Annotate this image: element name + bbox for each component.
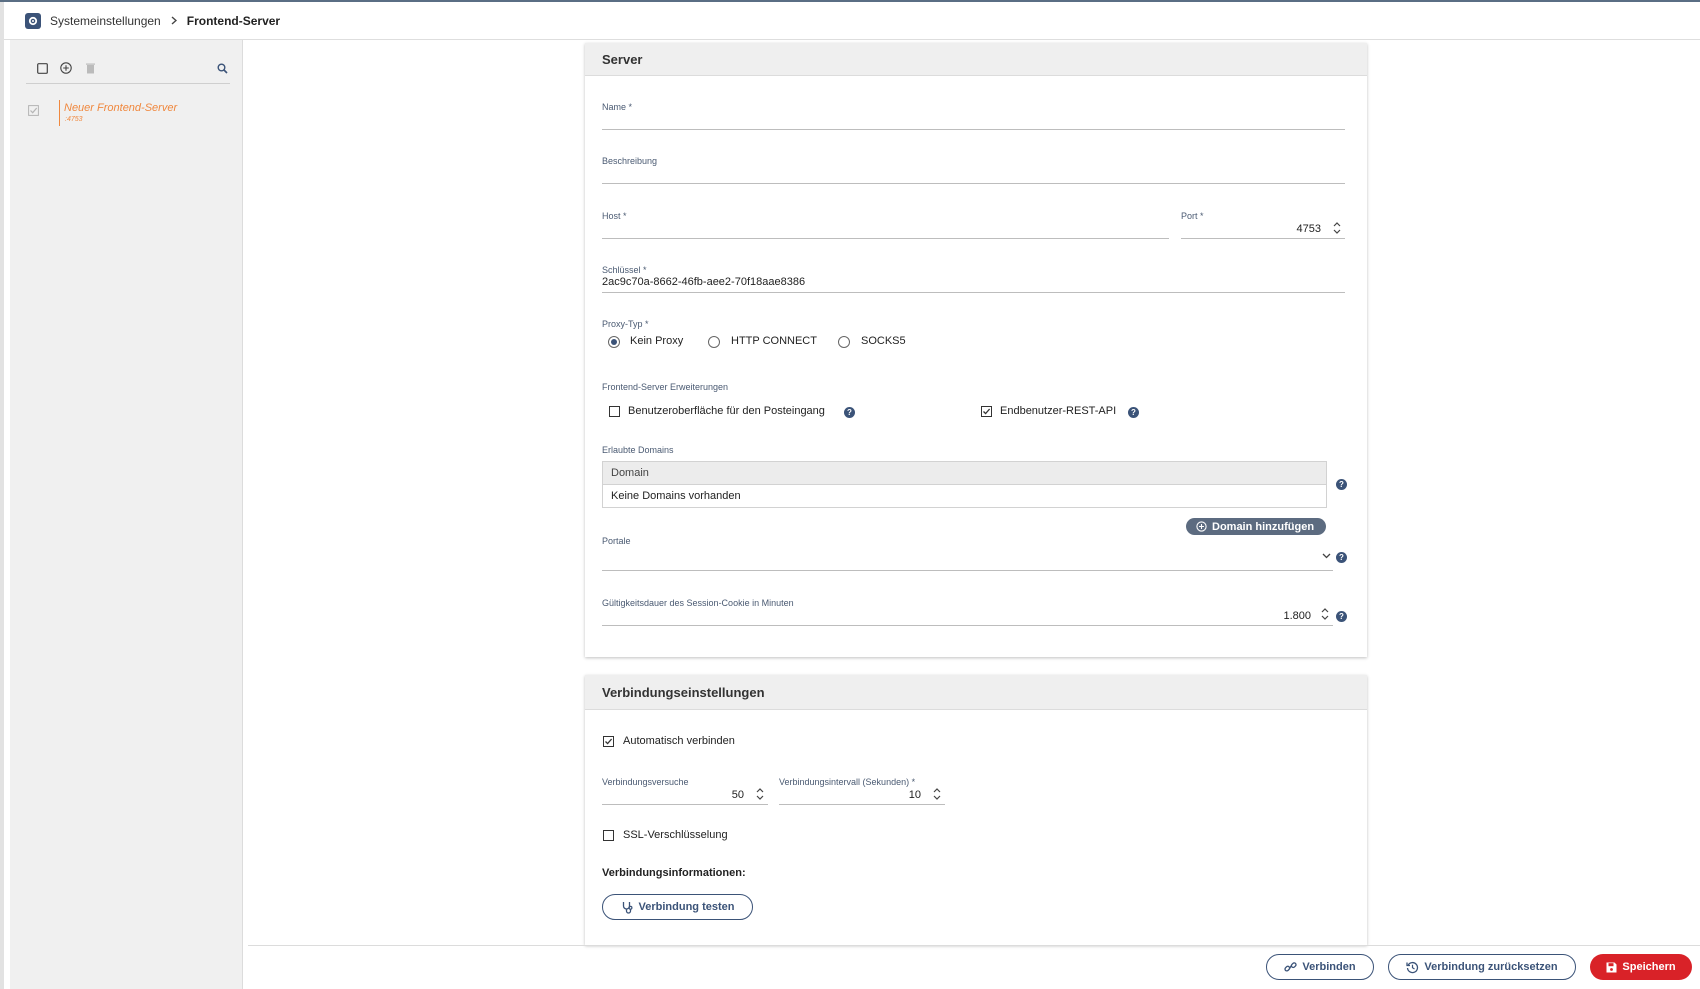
add-domain-button[interactable]: Domain hinzufügen	[1186, 518, 1326, 535]
attempts-underline	[602, 804, 768, 805]
proxy-http-radio[interactable]	[708, 336, 720, 348]
domains-empty-row: Keine Domains vorhanden	[611, 490, 741, 502]
add-circle-icon	[1196, 521, 1207, 532]
description-input[interactable]	[602, 165, 1345, 183]
rest-api-checkbox[interactable]	[981, 406, 992, 417]
floppy-disk-icon	[1606, 962, 1617, 972]
proxy-socks5-radio[interactable]	[838, 336, 850, 348]
description-underline	[602, 183, 1345, 184]
auto-connect-label: Automatisch verbinden	[623, 735, 735, 747]
chevron-right-icon	[171, 16, 177, 25]
help-icon[interactable]: ?	[1128, 407, 1139, 418]
item-subtitle: :4753	[65, 116, 83, 123]
server-card: Server Name * Beschreibung Host * Port *…	[585, 43, 1367, 657]
allowed-domains-label: Erlaubte Domains	[602, 445, 674, 455]
name-underline	[602, 129, 1345, 130]
extensions-label: Frontend-Server Erweiterungen	[602, 382, 729, 392]
proxy-socks5-label: SOCKS5	[861, 335, 906, 347]
rest-api-label: Endbenutzer-REST-API	[1000, 405, 1117, 417]
key-input[interactable]: 2ac9c70a-8662-46fb-aee2-70f18aae8386	[602, 274, 1345, 292]
item-selected-indicator	[59, 100, 60, 126]
spinner-arrows-icon[interactable]	[1333, 221, 1341, 238]
ssl-checkbox[interactable]	[603, 830, 614, 841]
spinner-arrows-icon[interactable]	[933, 787, 941, 804]
interval-stepper[interactable]: 10	[779, 786, 945, 804]
save-button[interactable]: Speichern	[1590, 954, 1692, 980]
footer-divider	[248, 945, 1700, 946]
item-checkbox-icon[interactable]	[28, 105, 39, 119]
add-circle-icon[interactable]	[59, 61, 73, 75]
proxy-none-label: Kein Proxy	[630, 335, 684, 347]
portals-underline	[602, 570, 1333, 571]
stethoscope-icon	[622, 901, 633, 914]
sidebar: Neuer Frontend-Server :4753	[10, 40, 242, 989]
sidebar-toolbar	[26, 57, 230, 84]
portals-select[interactable]	[602, 545, 1333, 563]
host-underline	[602, 238, 1169, 239]
help-icon[interactable]: ?	[1336, 611, 1347, 622]
auto-connect-checkbox[interactable]	[603, 736, 614, 747]
inbox-ui-label: Benutzeroberfläche für den Posteingang	[628, 405, 825, 417]
select-all-checkbox-icon[interactable]	[35, 61, 49, 75]
port-stepper[interactable]: 4753	[1181, 220, 1345, 238]
attempts-stepper[interactable]: 50	[602, 786, 768, 804]
proxy-type-label: Proxy-Typ *	[602, 319, 649, 329]
window-left-edge	[0, 2, 4, 989]
server-card-title: Server	[585, 43, 1367, 76]
search-icon[interactable]	[215, 61, 229, 75]
spinner-arrows-icon[interactable]	[1321, 607, 1329, 624]
spinner-arrows-icon[interactable]	[756, 787, 764, 804]
list-item[interactable]: Neuer Frontend-Server :4753	[24, 100, 234, 126]
connection-card-title: Verbindungseinstellungen	[585, 675, 1367, 710]
breadcrumb-root-link[interactable]: Systemeinstellungen	[50, 14, 161, 28]
add-domain-label: Domain hinzufügen	[1212, 520, 1315, 533]
help-icon[interactable]: ?	[1336, 552, 1347, 563]
session-cookie-stepper[interactable]: 1.800	[602, 607, 1333, 625]
port-underline	[1181, 238, 1345, 239]
reset-connection-button[interactable]: Verbindung zurücksetzen	[1388, 954, 1576, 980]
name-input[interactable]	[602, 111, 1345, 129]
session-cookie-underline	[602, 625, 1333, 626]
test-connection-button[interactable]: Verbindung testen	[602, 894, 753, 920]
connection-info-heading: Verbindungsinformationen:	[602, 867, 746, 879]
proxy-none-radio[interactable]	[608, 336, 620, 348]
interval-underline	[779, 804, 945, 805]
ssl-label: SSL-Verschlüsselung	[623, 829, 728, 841]
key-underline	[602, 292, 1345, 293]
help-icon[interactable]: ?	[844, 407, 855, 418]
settings-gear-icon	[25, 12, 41, 29]
chevron-down-icon[interactable]	[1322, 548, 1331, 562]
sidebar-divider	[242, 40, 243, 989]
breadcrumb: Systemeinstellungen Frontend-Server	[4, 2, 1700, 40]
proxy-http-label: HTTP CONNECT	[731, 335, 817, 347]
connect-button[interactable]: Verbinden	[1266, 954, 1374, 980]
item-title: Neuer Frontend-Server	[64, 102, 178, 114]
inbox-ui-checkbox[interactable]	[609, 406, 620, 417]
delete-trash-icon[interactable]	[83, 61, 97, 75]
link-icon	[1284, 962, 1298, 972]
breadcrumb-current: Frontend-Server	[186, 13, 281, 28]
host-input[interactable]	[602, 220, 1169, 238]
connection-card: Verbindungseinstellungen Automatisch ver…	[585, 675, 1367, 945]
history-icon	[1406, 961, 1419, 973]
domains-table: Domain Keine Domains vorhanden	[602, 461, 1327, 508]
domains-column-header: Domain	[603, 462, 1326, 485]
help-icon[interactable]: ?	[1336, 479, 1347, 490]
